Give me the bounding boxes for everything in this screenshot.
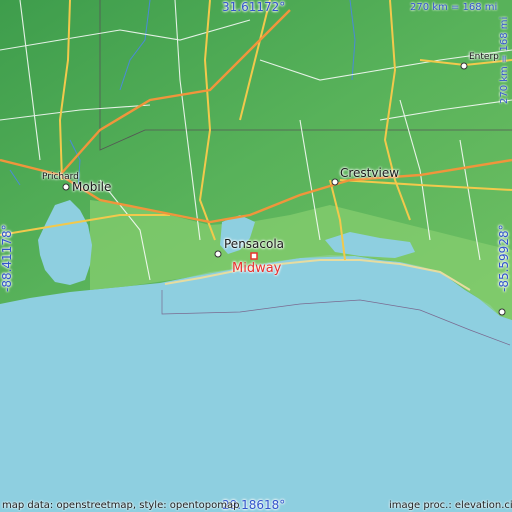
horizontal-scale: 270 km = 168 mi: [410, 2, 498, 13]
midway-marker[interactable]: [250, 252, 258, 260]
map-credit: map data: openstreetmap, style: opentopo…: [2, 500, 240, 511]
pensacola-marker: [214, 250, 222, 258]
vertical-scale: 270 km = 168 mi: [499, 16, 510, 104]
place-mobile[interactable]: Mobile: [72, 180, 111, 194]
place-pensacola[interactable]: Pensacola: [224, 237, 284, 251]
panama-city-marker: [498, 308, 506, 316]
image-credit: image proc.: elevation.city: [389, 500, 512, 511]
left-longitude-label: -88.41178°: [0, 224, 14, 292]
map-canvas[interactable]: [0, 0, 512, 512]
place-crestview[interactable]: Crestview: [340, 166, 399, 180]
mobile-marker: [62, 183, 70, 191]
crestview-marker: [331, 178, 339, 186]
enterprise-marker: [460, 62, 468, 70]
right-longitude-label: -85.59928°: [497, 224, 511, 292]
top-latitude-label: 31.61172°: [222, 0, 286, 14]
place-midway[interactable]: Midway: [232, 261, 281, 276]
place-enterprise[interactable]: Enterp: [469, 52, 499, 62]
